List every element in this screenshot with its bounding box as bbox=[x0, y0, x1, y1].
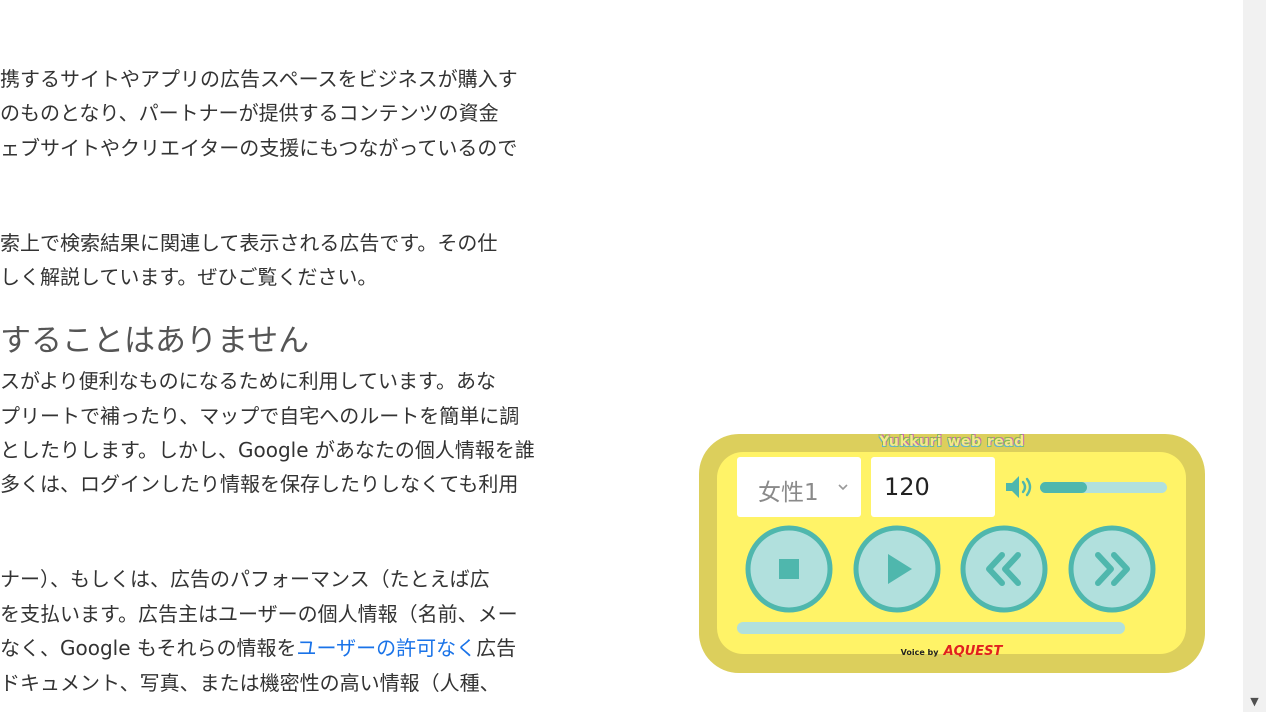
article-line: しく解説しています。ぜひご覧ください。 bbox=[0, 265, 378, 289]
voice-credit: Voice by AQUEST bbox=[717, 640, 1186, 659]
stop-icon bbox=[779, 559, 799, 579]
article-line: プリートで補ったり、マップで自宅へのルートを簡単に調 bbox=[0, 404, 520, 428]
chevron-down-icon bbox=[838, 484, 848, 491]
article-line: としたりします。しかし、Google があなたの個人情報を誰 bbox=[0, 438, 535, 462]
article-body: 携するサイトやアプリの広告スペースをビジネスが購入す のものとなり、パートナーが… bbox=[0, 0, 560, 712]
voice-select-value: 女性1 bbox=[758, 480, 819, 506]
fast-forward-button[interactable] bbox=[1068, 525, 1156, 613]
volume-slider-fill bbox=[1040, 482, 1087, 493]
stop-button[interactable] bbox=[745, 525, 833, 613]
scrollbar[interactable]: ▼ bbox=[1243, 0, 1266, 712]
article-line: スがより便利なものになるために利用しています。あな bbox=[0, 369, 496, 393]
voice-select[interactable]: 女性1 bbox=[737, 457, 861, 517]
reader-panel: 女性1 120 Voice by AQUEST bbox=[717, 452, 1186, 659]
reader-title: Yukkuri web read bbox=[879, 434, 1025, 450]
article-text: 広告 bbox=[476, 636, 517, 660]
volume-icon[interactable] bbox=[1004, 473, 1036, 501]
article-line-with-link: なく、Google もそれらの情報をユーザーの許可なく広告 bbox=[0, 635, 516, 661]
rewind-button[interactable] bbox=[960, 525, 1048, 613]
article-line: ドキュメント、写真、または機密性の高い情報（人種、 bbox=[0, 671, 500, 695]
article-line: ェブサイトやクリエイターの支援にもつながっているので bbox=[0, 136, 518, 160]
article-line: 携するサイトやアプリの広告スペースをビジネスが購入す bbox=[0, 67, 518, 91]
article-line: ナー）、もしくは、広告のパフォーマンス（たとえば広 bbox=[0, 567, 490, 591]
article-line: 多くは、ログインしたり情報を保存したりしなくても利用 bbox=[0, 472, 519, 496]
speed-input[interactable] bbox=[871, 457, 995, 517]
speech-reader-widget: Yukkuri web read 女性1 120 Voice by AQUEST bbox=[699, 434, 1205, 673]
permission-link[interactable]: ユーザーの許可なく bbox=[297, 636, 477, 660]
article-line: のものとなり、パートナーが提供するコンテンツの資金 bbox=[0, 101, 499, 125]
playback-progress-bar[interactable] bbox=[737, 622, 1125, 634]
article-line: 索上で検索結果に関連して表示される広告です。その仕 bbox=[0, 231, 498, 255]
aquest-logo: AQUEST bbox=[943, 644, 1003, 659]
credit-prefix: Voice by bbox=[900, 648, 939, 657]
section-heading: することはありません bbox=[0, 323, 310, 359]
volume-slider[interactable] bbox=[1040, 482, 1167, 493]
scroll-down-arrow-icon[interactable]: ▼ bbox=[1243, 695, 1266, 708]
article-text: なく、Google もそれらの情報を bbox=[0, 636, 297, 660]
play-button[interactable] bbox=[853, 525, 941, 613]
article-line: を支払います。広告主はユーザーの個人情報（名前、メー bbox=[0, 602, 518, 626]
